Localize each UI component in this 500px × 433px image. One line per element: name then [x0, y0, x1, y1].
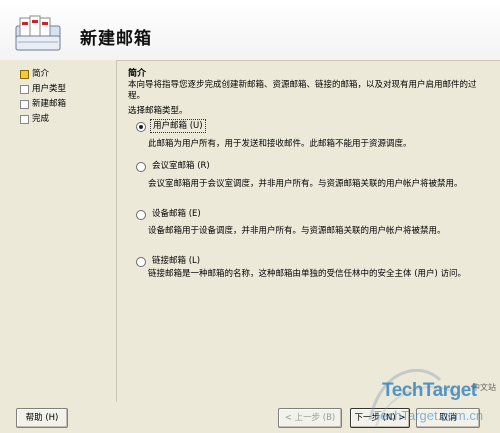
select-prompt: 选择邮箱类型。 [128, 106, 188, 116]
radio-button[interactable] [136, 210, 146, 220]
cancel-button[interactable]: 取消 [416, 408, 480, 428]
help-button[interactable]: 帮助 (H) [16, 408, 68, 428]
section-title: 简介 [128, 69, 147, 79]
current-step-icon [20, 70, 29, 79]
step-label: 简介 [32, 69, 50, 79]
radio-button[interactable] [136, 257, 146, 267]
step-label: 用户类型 [32, 84, 67, 94]
wizard-header: 新建邮箱 [0, 0, 500, 61]
step-icon [20, 85, 29, 94]
option-description: 会议室邮箱用于会议室调度，并非用户所有。与资源邮箱关联的用户帐户将被禁用。 [148, 179, 463, 189]
option-label[interactable]: 会议室邮箱 (R) [150, 160, 212, 172]
next-button[interactable]: 下一步 (N) > [350, 408, 410, 428]
wizard-title: 新建邮箱 [80, 29, 152, 49]
intro-text: 本向导将指导您逐步完成创建新邮箱、资源邮箱、链接的邮箱，以及对现有用户启用邮件的… [128, 80, 477, 101]
option-label[interactable]: 链接邮箱 (L) [150, 255, 202, 267]
back-button[interactable]: < 上一步 (B) [278, 408, 342, 428]
option-label[interactable]: 用户邮箱 (U) [150, 119, 206, 133]
step-icon [20, 100, 29, 109]
step-label: 新建邮箱 [32, 99, 67, 109]
option-description: 链接邮箱是一种邮箱的名称，这种邮箱由单独的受信任林中的安全主体 (用户) 访问。 [148, 269, 467, 279]
radio-button[interactable] [136, 122, 146, 132]
mailbox-icon [15, 15, 61, 51]
option-description: 设备邮箱用于设备调度，并非用户所有。与资源邮箱关联的用户帐户将被禁用。 [148, 226, 446, 236]
radio-button[interactable] [136, 162, 146, 172]
step-label: 完成 [32, 114, 50, 124]
option-label[interactable]: 设备邮箱 (E) [150, 208, 203, 220]
step-icon [20, 115, 29, 124]
option-description: 此邮箱为用户所有，用于发送和接收邮件。此邮箱不能用于资源调度。 [148, 139, 412, 149]
step-sidebar: 简介 用户类型 新建邮箱 完成 [0, 60, 117, 402]
wizard-content: 简介 本向导将指导您逐步完成创建新邮箱、资源邮箱、链接的邮箱，以及对现有用户启用… [128, 66, 490, 396]
